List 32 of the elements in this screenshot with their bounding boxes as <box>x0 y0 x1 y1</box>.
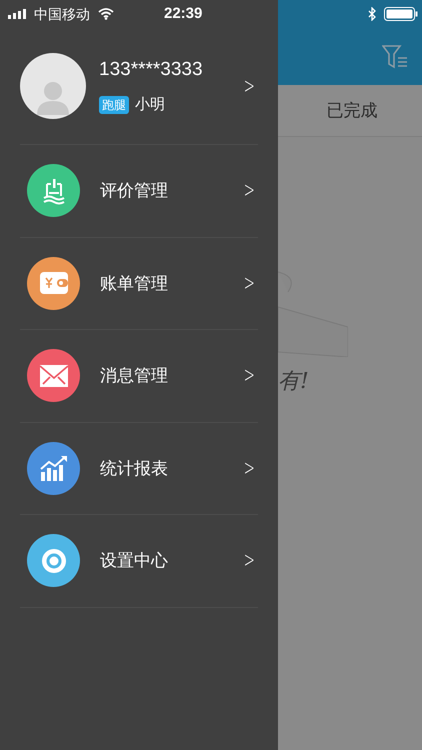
menu-item[interactable]: 账单管理 > <box>20 238 258 330</box>
user-name: 小明 <box>135 95 165 115</box>
menu-label: 评价管理 <box>100 180 169 202</box>
wallet-icon <box>38 270 68 296</box>
tab[interactable]: 已完成 <box>322 98 378 124</box>
phone-number: 133****3333 <box>99 58 204 82</box>
role-tag: 跑腿 <box>99 96 129 114</box>
chart-icon <box>38 455 68 482</box>
envelope-icon <box>38 364 68 388</box>
profile-row[interactable]: 133****3333 跑腿 小明 > <box>20 28 258 145</box>
menu-label: 账单管理 <box>100 272 169 294</box>
chevron: > <box>243 270 254 298</box>
battery-icon <box>384 7 418 21</box>
menu-item[interactable]: 评价管理 > <box>20 145 258 238</box>
chevron: > <box>243 177 254 206</box>
wifi-icon <box>98 8 114 20</box>
empty-message: 有! <box>278 368 310 396</box>
menu-item[interactable]: 消息管理 > <box>20 330 258 422</box>
menu-label: 设置中心 <box>100 550 169 572</box>
menu-item[interactable]: 统计报表 > <box>20 422 258 515</box>
carrier-name: 中国移动 <box>34 4 90 24</box>
filter-icon[interactable] <box>382 44 408 70</box>
chevron: > <box>243 72 254 100</box>
clock-time: 22:39 <box>164 4 202 24</box>
menu-label: 统计报表 <box>100 458 169 480</box>
menu-label: 消息管理 <box>100 365 169 387</box>
chevron: > <box>243 362 254 390</box>
chevron: > <box>243 454 254 483</box>
menu-item[interactable]: 设置中心 > <box>20 515 258 608</box>
bluetooth-icon <box>368 7 376 21</box>
chevron: > <box>243 547 254 576</box>
signal-icon <box>8 9 28 19</box>
